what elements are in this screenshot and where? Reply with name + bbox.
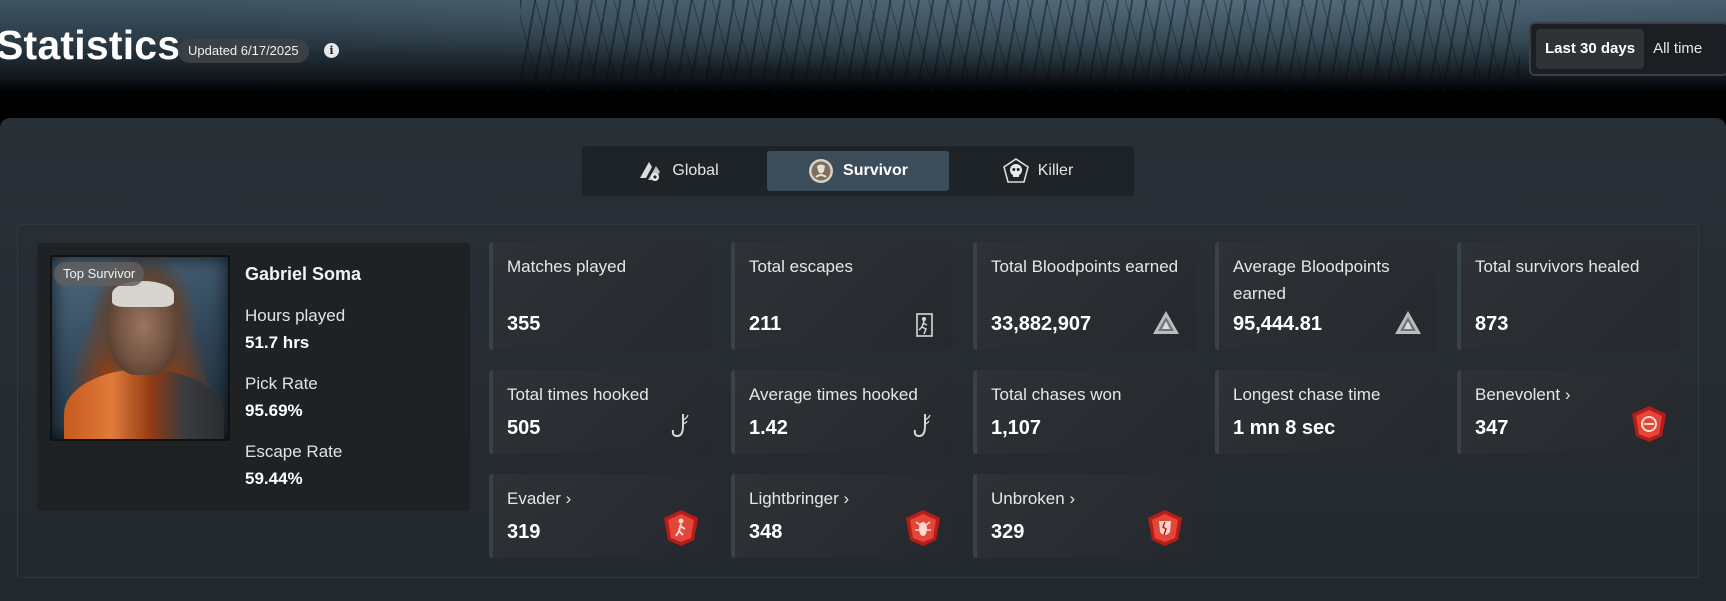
tab-survivor[interactable]: Survivor — [767, 151, 949, 191]
card-label: Matches played — [507, 257, 627, 276]
unbroken-emblem-icon — [1148, 510, 1182, 546]
chevron-right-icon: › — [1069, 489, 1076, 508]
tab-global-label: Global — [672, 162, 719, 179]
card-value: 95,444.81 — [1233, 313, 1322, 335]
bloodpoints-icon — [1395, 311, 1421, 334]
period-all-time-button[interactable]: All time — [1644, 29, 1711, 69]
hook-icon — [913, 414, 931, 438]
card-label: Total times hooked — [507, 385, 649, 404]
card-total-survivors-healed: Total survivors healed 873 — [1457, 242, 1679, 350]
global-icon — [640, 162, 661, 181]
card-average-times-hooked: Average times hooked 1.42 — [731, 370, 953, 454]
survivor-name: Gabriel Soma — [245, 264, 362, 284]
escape-rate-value: 59.44% — [245, 469, 303, 488]
tab-survivor-label: Survivor — [843, 162, 908, 179]
banner-background-art — [520, 0, 1520, 92]
role-tabs: Global Survivor Killer — [582, 146, 1134, 196]
card-label: Longest chase time — [1233, 385, 1381, 404]
tab-killer-label: Killer — [1037, 162, 1074, 179]
exit-door-icon — [916, 313, 933, 337]
card-value: 329 — [991, 521, 1025, 543]
card-value: 1.42 — [749, 417, 788, 439]
evader-emblem-icon — [664, 510, 698, 546]
hook-icon — [671, 414, 689, 438]
card-label: Total Bloodpoints earned — [991, 257, 1179, 276]
pick-rate-value: 95.69% — [245, 401, 303, 420]
hours-played-label: Hours played — [245, 306, 346, 325]
benevolent-emblem-icon — [1632, 406, 1666, 442]
card-value: 873 — [1475, 313, 1509, 335]
card-unbroken[interactable]: Unbroken › 329 — [973, 474, 1195, 558]
header-banner: Statistics Updated 6/17/2025 i Last 30 d… — [0, 0, 1726, 92]
lightbringer-emblem-icon — [906, 510, 940, 546]
card-total-times-hooked: Total times hooked 505 — [489, 370, 711, 454]
card-value: 319 — [507, 521, 541, 543]
page-title: Statistics — [0, 22, 181, 68]
period-toggle: Last 30 days All time — [1529, 22, 1726, 76]
chevron-right-icon: › — [565, 489, 572, 508]
pick-rate-label: Pick Rate — [245, 374, 318, 393]
escape-rate-label: Escape Rate — [245, 442, 343, 461]
card-matches-played: Matches played 355 — [489, 242, 711, 350]
updated-badge: Updated 6/17/2025 — [178, 39, 309, 63]
card-value: 355 — [507, 313, 541, 335]
card-label: Average Bloodpoints earned — [1233, 257, 1390, 303]
card-value: 347 — [1475, 417, 1509, 439]
card-value: 1 mn 8 sec — [1233, 417, 1336, 439]
card-total-chases-won: Total chases won 1,107 — [973, 370, 1195, 454]
period-last-30-days-button[interactable]: Last 30 days — [1536, 29, 1645, 69]
killer-icon — [1002, 158, 1029, 183]
bloodpoints-icon — [1153, 311, 1179, 334]
card-label: Total escapes — [749, 257, 853, 276]
card-label: Average times hooked — [749, 385, 918, 404]
card-value: 33,882,907 — [991, 313, 1092, 335]
card-value: 348 — [749, 521, 783, 543]
info-icon[interactable]: i — [324, 43, 339, 58]
card-label: Total survivors healed — [1475, 257, 1640, 276]
card-total-escapes: Total escapes 211 — [731, 242, 953, 350]
tab-global[interactable]: Global — [587, 151, 769, 191]
card-evader[interactable]: Evader › 319 — [489, 474, 711, 558]
card-label: Total chases won — [991, 385, 1122, 404]
card-total-bloodpoints: Total Bloodpoints earned 33,882,907 — [973, 242, 1195, 350]
card-value: 211 — [749, 313, 782, 335]
card-benevolent[interactable]: Benevolent › 347 — [1457, 370, 1679, 454]
card-average-bloodpoints: Average Bloodpoints earned 95,444.81 — [1215, 242, 1437, 350]
top-survivor-badge: Top Survivor — [54, 262, 145, 286]
hours-played-value: 51.7 hrs — [245, 333, 310, 352]
card-lightbringer[interactable]: Lightbringer › 348 — [731, 474, 953, 558]
tab-killer[interactable]: Killer — [947, 151, 1129, 191]
survivor-icon — [809, 159, 834, 183]
card-value: 1,107 — [991, 417, 1042, 439]
card-value: 505 — [507, 417, 541, 439]
chevron-right-icon: › — [843, 489, 850, 508]
chevron-right-icon: › — [1564, 385, 1571, 404]
card-longest-chase-time: Longest chase time 1 mn 8 sec — [1215, 370, 1437, 454]
